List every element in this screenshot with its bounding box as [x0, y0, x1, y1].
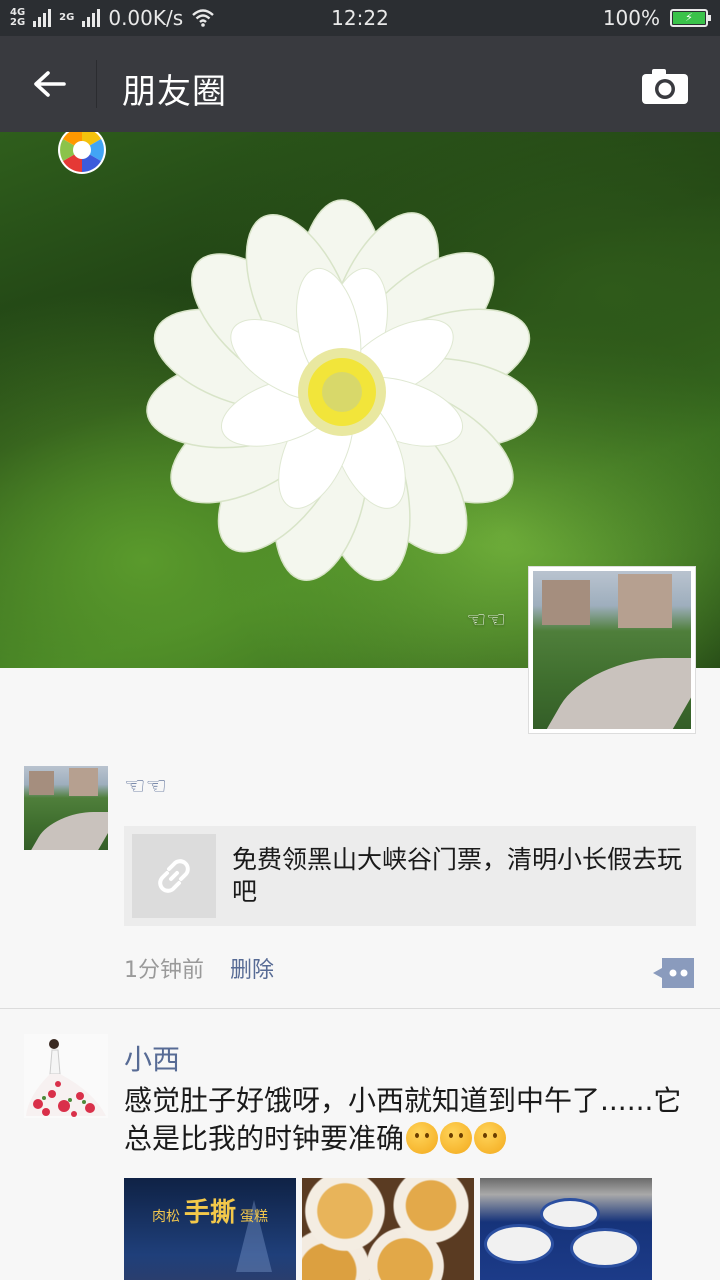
status-bar: 4G 2G 2G 0.00K/s 12:22 100% ⚡: [0, 0, 720, 36]
post-author-name[interactable]: 小西: [124, 1038, 180, 1078]
link-title: 免费领黑山大峡谷门票，清明小长假去玩吧: [232, 845, 683, 906]
top-bar: 朋友圈: [0, 36, 720, 132]
delete-button[interactable]: 删除: [230, 952, 274, 984]
post-body: 感觉肚子好饿呀，小西就知道到中午了......它总是比我的时钟要准确: [124, 1084, 682, 1155]
camera-icon[interactable]: [640, 66, 690, 106]
link-thumb: [132, 834, 216, 918]
shared-link-card[interactable]: 免费领黑山大峡谷门票，清明小长假去玩吧: [124, 826, 696, 926]
cake-label: 肉松 手撕 蛋糕: [151, 1198, 268, 1228]
post-image-2[interactable]: [302, 1178, 474, 1280]
comment-icon[interactable]: [652, 956, 696, 990]
link-icon: [158, 859, 190, 893]
profile-avatar[interactable]: [528, 566, 696, 734]
post-avatar-image: [24, 766, 108, 850]
status-right: 100% ⚡: [602, 6, 711, 30]
battery-icon: ⚡: [670, 9, 711, 27]
emoji-icon: [474, 1122, 507, 1154]
page-title: 朋友圈: [122, 72, 227, 112]
post-image-1[interactable]: 肉松 手撕 蛋糕: [124, 1178, 296, 1280]
post-author-name[interactable]: ☜☜: [124, 772, 167, 800]
cover-nickname: ☜☜: [466, 608, 506, 633]
album-logo-icon: [58, 132, 106, 174]
emoji-icon: [440, 1122, 473, 1154]
header-divider: [96, 60, 97, 108]
post-text: 感觉肚子好饿呀，小西就知道到中午了......它总是比我的时钟要准确: [124, 1082, 694, 1158]
post-avatar-image: [24, 1034, 108, 1118]
back-arrow-icon[interactable]: [28, 62, 72, 106]
post-image-3[interactable]: [480, 1178, 652, 1280]
post-timestamp: 1分钟前: [124, 958, 204, 983]
avatar-garden-image: [533, 571, 691, 729]
emoji-icon: [406, 1122, 439, 1154]
post-avatar[interactable]: [24, 766, 108, 850]
post-avatar[interactable]: [24, 1034, 108, 1118]
post-divider: [0, 1008, 720, 1009]
battery-percent: 100%: [602, 6, 660, 30]
